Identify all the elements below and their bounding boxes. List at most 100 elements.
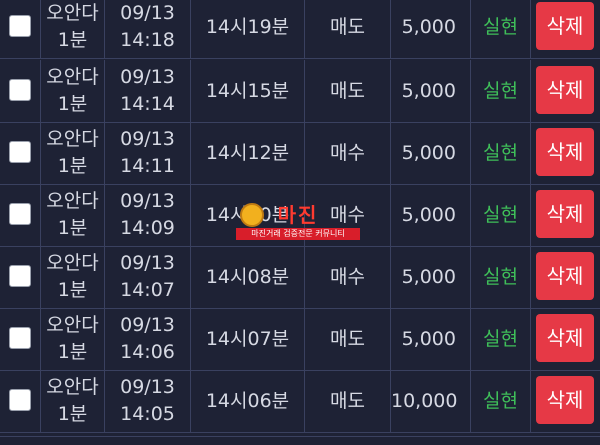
bet-date: 09/13: [120, 2, 175, 24]
delete-button[interactable]: 삭제: [536, 128, 594, 176]
delete-button[interactable]: 삭제: [536, 252, 594, 300]
status-cell: 실현: [470, 122, 530, 184]
amount-cell: 5,000: [390, 308, 470, 370]
game-cell: 오안다 1분: [40, 370, 104, 432]
round-cell: 14시19분: [190, 0, 304, 58]
watermark: 마진 마진거래 검증전문 커뮤니티: [236, 202, 360, 240]
round-label: 14시12분: [205, 142, 290, 164]
game-cell: 오안다 1분: [40, 122, 104, 184]
checkbox-cell: [0, 246, 40, 308]
delete-button[interactable]: 삭제: [536, 66, 594, 114]
row-checkbox[interactable]: [9, 265, 31, 287]
status-label: 실현: [483, 204, 518, 226]
pick-label: 매도: [330, 390, 365, 412]
pick-label: 매수: [330, 142, 365, 164]
row-checkbox[interactable]: [9, 327, 31, 349]
bet-time: 14:11: [120, 155, 175, 177]
round-cell: 14시06분: [190, 370, 304, 432]
checkbox-cell: [0, 308, 40, 370]
game-interval: 1분: [57, 93, 88, 115]
status-label: 실현: [483, 328, 518, 350]
game-interval: 1분: [57, 403, 88, 425]
watermark-subtitle: 마진거래 검증전문 커뮤니티: [236, 228, 360, 240]
checkbox-cell: [0, 60, 40, 122]
pick-label: 매도: [330, 328, 365, 350]
delete-cell: 삭제: [530, 246, 600, 308]
round-cell: 14시08분: [190, 246, 304, 308]
game-cell: 오안다 1분: [40, 0, 104, 58]
bet-amount: 5,000: [401, 80, 456, 102]
round-cell: 14시12분: [190, 122, 304, 184]
row-checkbox[interactable]: [9, 141, 31, 163]
bet-time: 14:06: [120, 341, 175, 363]
game-name: 오안다: [46, 66, 99, 88]
bet-time: 14:18: [120, 29, 175, 51]
row-checkbox[interactable]: [9, 203, 31, 225]
bet-time: 14:05: [120, 403, 175, 425]
time-cell: 09/13 14:18: [104, 0, 190, 58]
game-cell: 오안다 1분: [40, 308, 104, 370]
game-name: 오안다: [46, 252, 99, 274]
delete-button[interactable]: 삭제: [536, 314, 594, 362]
delete-button[interactable]: 삭제: [536, 376, 594, 424]
pick-cell: 매도: [304, 0, 390, 58]
pick-cell: 매수: [304, 122, 390, 184]
round-label: 14시15분: [205, 80, 290, 102]
checkbox-cell: [0, 122, 40, 184]
bet-amount: 5,000: [401, 266, 456, 288]
status-label: 실현: [483, 390, 518, 412]
status-cell: 실현: [470, 246, 530, 308]
delete-cell: 삭제: [530, 184, 600, 246]
row-checkbox[interactable]: [9, 389, 31, 411]
bet-date: 09/13: [120, 66, 175, 88]
time-cell: 09/13 14:14: [104, 60, 190, 122]
bet-date: 09/13: [120, 190, 175, 212]
delete-cell: 삭제: [530, 60, 600, 122]
bet-time: 14:07: [120, 279, 175, 301]
round-label: 14시07분: [205, 328, 290, 350]
checkbox-cell: [0, 370, 40, 432]
delete-button[interactable]: 삭제: [536, 190, 594, 238]
time-cell: 09/13 14:06: [104, 308, 190, 370]
bet-date: 09/13: [120, 128, 175, 150]
pick-label: 매도: [330, 80, 365, 102]
amount-cell: 5,000: [390, 122, 470, 184]
status-label: 실현: [483, 142, 518, 164]
game-cell: 오안다 1분: [40, 246, 104, 308]
table-row: 오안다 1분 09/13 14:14 14시15분 매도 5,000 실현 삭제: [0, 60, 600, 123]
time-cell: 09/13 14:11: [104, 122, 190, 184]
time-cell: 09/13 14:07: [104, 246, 190, 308]
round-label: 14시19분: [205, 16, 290, 38]
row-checkbox[interactable]: [9, 79, 31, 101]
game-interval: 1분: [57, 155, 88, 177]
table-row: 오안다 1분 09/13 14:07 14시08분 매수 5,000 실현 삭제: [0, 246, 600, 309]
bet-amount: 5,000: [401, 142, 456, 164]
status-cell: 실현: [470, 308, 530, 370]
bet-time: 14:09: [120, 217, 175, 239]
status-cell: 실현: [470, 60, 530, 122]
table-row: 오안다 1분 09/13 14:06 14시07분 매도 5,000 실현 삭제: [0, 308, 600, 371]
bet-amount: 5,000: [401, 328, 456, 350]
status-label: 실현: [483, 80, 518, 102]
game-cell: 오안다 1분: [40, 60, 104, 122]
round-label: 14시08분: [205, 266, 290, 288]
table-row: 오안다 1분 09/13 14:05 14시06분 매도 10,000 실현 삭제: [0, 370, 600, 433]
game-name: 오안다: [46, 376, 99, 398]
pick-cell: 매도: [304, 60, 390, 122]
game-name: 오안다: [46, 128, 99, 150]
pick-label: 매수: [330, 266, 365, 288]
table-row: 오안다 1분 09/13 14:11 14시12분 매수 5,000 실현 삭제: [0, 122, 600, 185]
amount-cell: 5,000: [390, 246, 470, 308]
amount-cell: 5,000: [390, 0, 470, 58]
bet-amount: 10,000: [391, 390, 458, 412]
bet-date: 09/13: [120, 376, 175, 398]
status-label: 실현: [483, 266, 518, 288]
delete-button[interactable]: 삭제: [536, 2, 594, 50]
row-checkbox[interactable]: [9, 15, 31, 37]
game-name: 오안다: [46, 314, 99, 336]
bet-date: 09/13: [120, 314, 175, 336]
checkbox-cell: [0, 184, 40, 246]
bet-time: 14:14: [120, 93, 175, 115]
delete-cell: 삭제: [530, 370, 600, 432]
bet-amount: 5,000: [401, 16, 456, 38]
